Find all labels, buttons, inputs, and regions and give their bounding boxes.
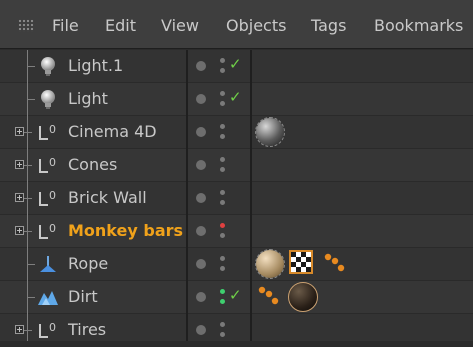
object-name[interactable]: Cones — [68, 155, 117, 174]
expand-toggle-icon[interactable] — [15, 325, 24, 334]
layer-dot-icon[interactable] — [196, 61, 206, 71]
layer-dot-icon[interactable] — [196, 226, 206, 236]
object-name[interactable]: Monkey bars — [68, 221, 183, 240]
menu-bar: File Edit View Objects Tags Bookmarks — [0, 0, 473, 49]
editor-visibility-dot[interactable] — [220, 157, 225, 162]
null-object-icon: 0 — [37, 187, 59, 209]
render-visibility-dot[interactable] — [220, 134, 225, 139]
menu-tags[interactable]: Tags — [311, 16, 346, 35]
material-tag-icon[interactable] — [255, 249, 285, 279]
editor-visibility-dot[interactable] — [220, 256, 225, 261]
layer-dot-icon[interactable] — [196, 259, 206, 269]
selection-tag-icon[interactable] — [256, 283, 280, 307]
object-name[interactable]: Cinema 4D — [68, 122, 157, 141]
layer-dot-icon[interactable] — [196, 127, 206, 137]
svg-text:0: 0 — [49, 189, 56, 202]
light-icon — [37, 88, 59, 110]
render-visibility-dot[interactable] — [220, 200, 225, 205]
render-visibility-dot[interactable] — [220, 101, 225, 106]
tree-connector — [24, 132, 32, 133]
selection-tag-icon[interactable] — [322, 250, 346, 274]
editor-visibility-dot[interactable] — [220, 58, 225, 63]
render-visibility-dot[interactable] — [220, 266, 225, 271]
svg-text:0: 0 — [49, 156, 56, 169]
layer-dot-icon[interactable] — [196, 193, 206, 203]
object-name[interactable]: Light.1 — [68, 56, 123, 75]
enabled-check-icon[interactable]: ✓ — [229, 88, 242, 106]
object-manager-tree: Light.1 ✓ Light ✓ 0 Cinema 4D 0 Cones 0 Brick Wal… — [0, 50, 473, 347]
editor-visibility-dot[interactable] — [220, 322, 225, 327]
render-visibility-dot[interactable] — [220, 299, 225, 304]
layer-dot-icon[interactable] — [196, 325, 206, 335]
menu-objects[interactable]: Objects — [226, 16, 286, 35]
layer-dot-icon[interactable] — [196, 292, 206, 302]
editor-visibility-dot[interactable] — [220, 190, 225, 195]
render-visibility-dot[interactable] — [220, 167, 225, 172]
tree-connector — [24, 165, 32, 166]
menu-file[interactable]: File — [52, 16, 79, 35]
null-object-icon: 0 — [37, 121, 59, 143]
object-name[interactable]: Rope — [68, 254, 108, 273]
material-tag-icon[interactable] — [255, 117, 285, 147]
object-name[interactable]: Dirt — [68, 287, 98, 306]
layer-dot-icon[interactable] — [196, 94, 206, 104]
tree-connector — [27, 297, 35, 298]
svg-text:0: 0 — [49, 321, 56, 334]
editor-visibility-dot[interactable] — [220, 289, 225, 294]
menu-view[interactable]: View — [161, 16, 199, 35]
column-divider[interactable] — [186, 50, 188, 341]
editor-visibility-dot[interactable] — [220, 91, 225, 96]
editor-visibility-dot[interactable] — [220, 223, 225, 228]
texture-tag-icon[interactable] — [289, 250, 313, 274]
render-visibility-dot[interactable] — [220, 68, 225, 73]
landscape-icon — [37, 286, 59, 308]
render-visibility-dot[interactable] — [220, 233, 225, 238]
expand-toggle-icon[interactable] — [15, 226, 24, 235]
svg-text:0: 0 — [49, 222, 56, 235]
tree-spine — [27, 50, 28, 341]
null-object-icon: 0 — [37, 154, 59, 176]
spline-icon — [37, 253, 59, 275]
expand-toggle-icon[interactable] — [15, 160, 24, 169]
tree-connector — [24, 198, 32, 199]
enabled-check-icon[interactable]: ✓ — [229, 55, 242, 73]
null-object-icon: 0 — [37, 319, 59, 341]
tree-connector — [27, 264, 35, 265]
menu-edit[interactable]: Edit — [105, 16, 136, 35]
tree-connector — [24, 231, 32, 232]
expand-toggle-icon[interactable] — [15, 193, 24, 202]
column-divider[interactable] — [250, 50, 252, 341]
editor-visibility-dot[interactable] — [220, 124, 225, 129]
expand-toggle-icon[interactable] — [15, 127, 24, 136]
object-name[interactable]: Light — [68, 89, 108, 108]
object-name[interactable]: Brick Wall — [68, 188, 147, 207]
enabled-check-icon[interactable]: ✓ — [229, 286, 242, 304]
light-icon — [37, 55, 59, 77]
menu-bookmarks[interactable]: Bookmarks — [374, 16, 463, 35]
tree-connector — [27, 99, 35, 100]
null-object-icon: 0 — [37, 220, 59, 242]
tree-connector — [24, 330, 32, 331]
material-tag-icon[interactable] — [288, 282, 318, 312]
layer-dot-icon[interactable] — [196, 160, 206, 170]
render-visibility-dot[interactable] — [220, 332, 225, 337]
tree-connector — [27, 66, 35, 67]
object-name[interactable]: Tires — [68, 320, 106, 339]
drag-grip-icon[interactable] — [18, 19, 34, 32]
svg-text:0: 0 — [49, 123, 56, 136]
